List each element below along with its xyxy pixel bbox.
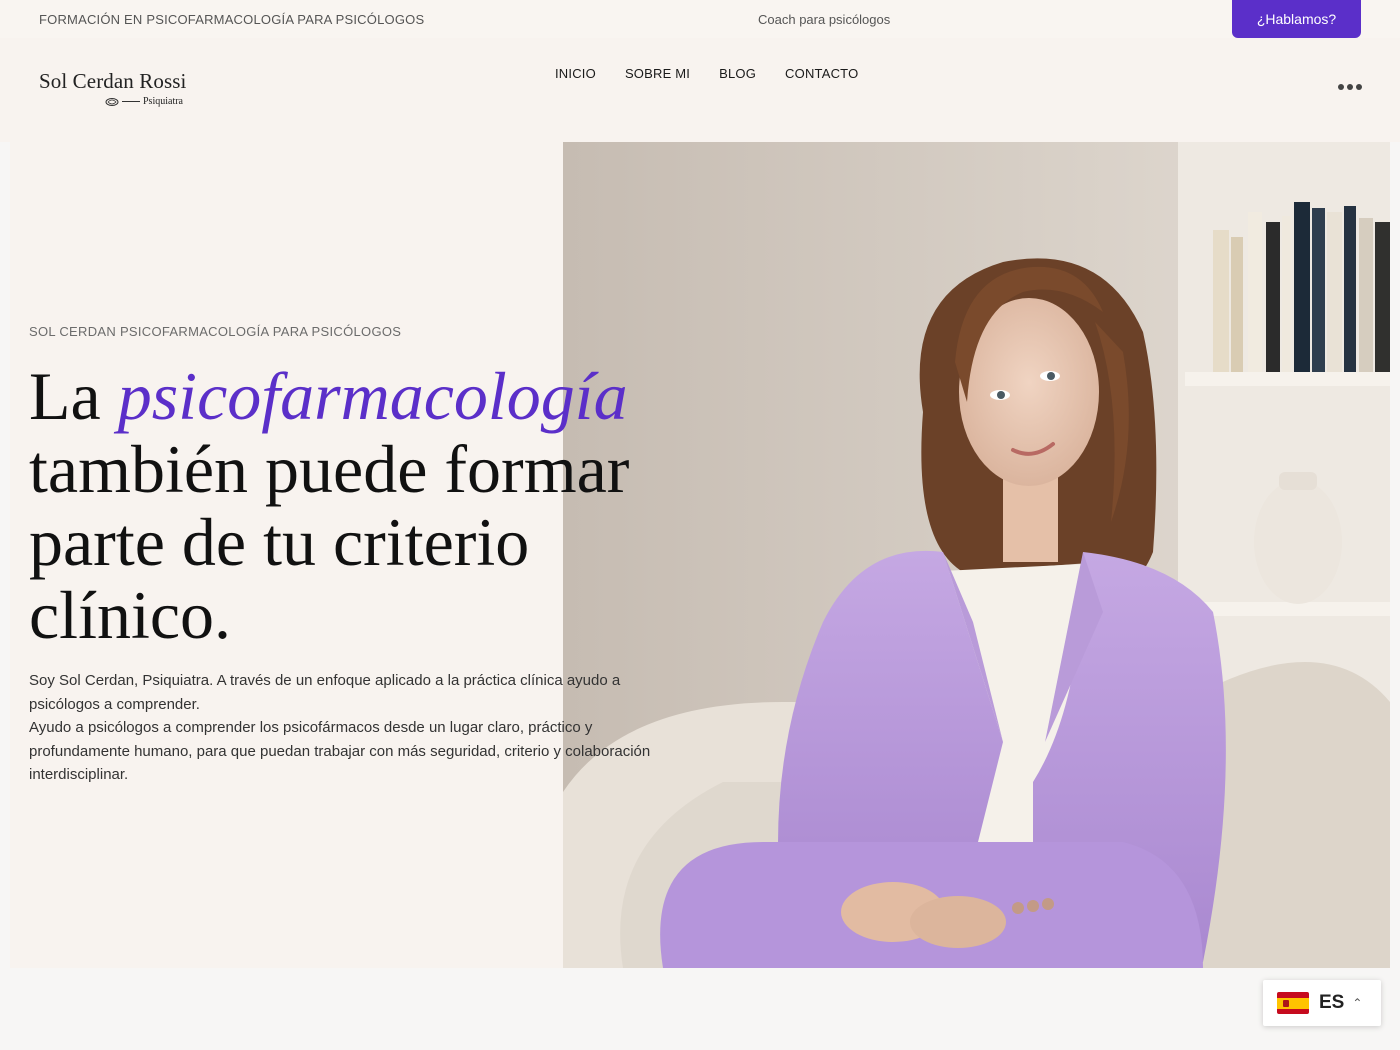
intro-paragraph-2: Ayudo a psicólogos a comprender los psic… (29, 719, 651, 783)
site-header: Sol Cerdan Rossi Psiquiatra INICIO SOBRE… (0, 38, 1400, 142)
site-logo[interactable]: Sol Cerdan Rossi Psiquiatra (39, 69, 199, 114)
language-switcher[interactable]: ES ⌃ (1263, 980, 1381, 1026)
language-code: ES (1319, 992, 1345, 1013)
chevron-up-icon: ⌃ (1352, 996, 1363, 1010)
logo-mark-icon (105, 97, 119, 106)
hero-portrait-photo (563, 142, 1390, 968)
headline-rest: también puede formar parte de tu criteri… (29, 431, 630, 653)
nav-item-sobre-mi[interactable]: SOBRE MI (625, 66, 690, 81)
main-nav: INICIO SOBRE MI BLOG CONTACTO (555, 66, 858, 81)
hero-intro: Soy Sol Cerdan, Psiquiatra. A través de … (29, 669, 669, 787)
dot (1347, 84, 1353, 90)
nav-item-contacto[interactable]: CONTACTO (785, 66, 858, 81)
dot (1356, 84, 1362, 90)
spain-flag-icon (1277, 992, 1309, 1014)
nav-item-inicio[interactable]: INICIO (555, 66, 596, 81)
logo-subtitle-text: Psiquiatra (143, 96, 183, 107)
headline-lead: La (29, 358, 118, 434)
top-tagline: FORMACIÓN EN PSICOFARMACOLOGÍA PARA PSIC… (39, 12, 425, 27)
logo-divider (122, 101, 140, 102)
hero-headline: La psicofarmacología también puede forma… (29, 360, 669, 652)
intro-paragraph-1: Soy Sol Cerdan, Psiquiatra. A través de … (29, 672, 621, 713)
more-dots-icon[interactable] (1338, 82, 1362, 92)
hero-kicker: SOL CERDAN PSICOFARMACOLOGÍA PARA PSICÓL… (29, 324, 402, 339)
headline-accent: psicofarmacología (117, 358, 628, 434)
hero-section: SOL CERDAN PSICOFARMACOLOGÍA PARA PSICÓL… (10, 142, 1390, 968)
logo-name: Sol Cerdan Rossi (39, 69, 187, 93)
top-announcement-bar: FORMACIÓN EN PSICOFARMACOLOGÍA PARA PSIC… (0, 0, 1400, 38)
dot (1338, 84, 1344, 90)
contact-cta-button[interactable]: ¿Hablamos? (1232, 0, 1361, 38)
nav-item-blog[interactable]: BLOG (719, 66, 756, 81)
logo-subtitle: Psiquiatra (105, 96, 183, 107)
coach-label: Coach para psicólogos (758, 12, 891, 27)
